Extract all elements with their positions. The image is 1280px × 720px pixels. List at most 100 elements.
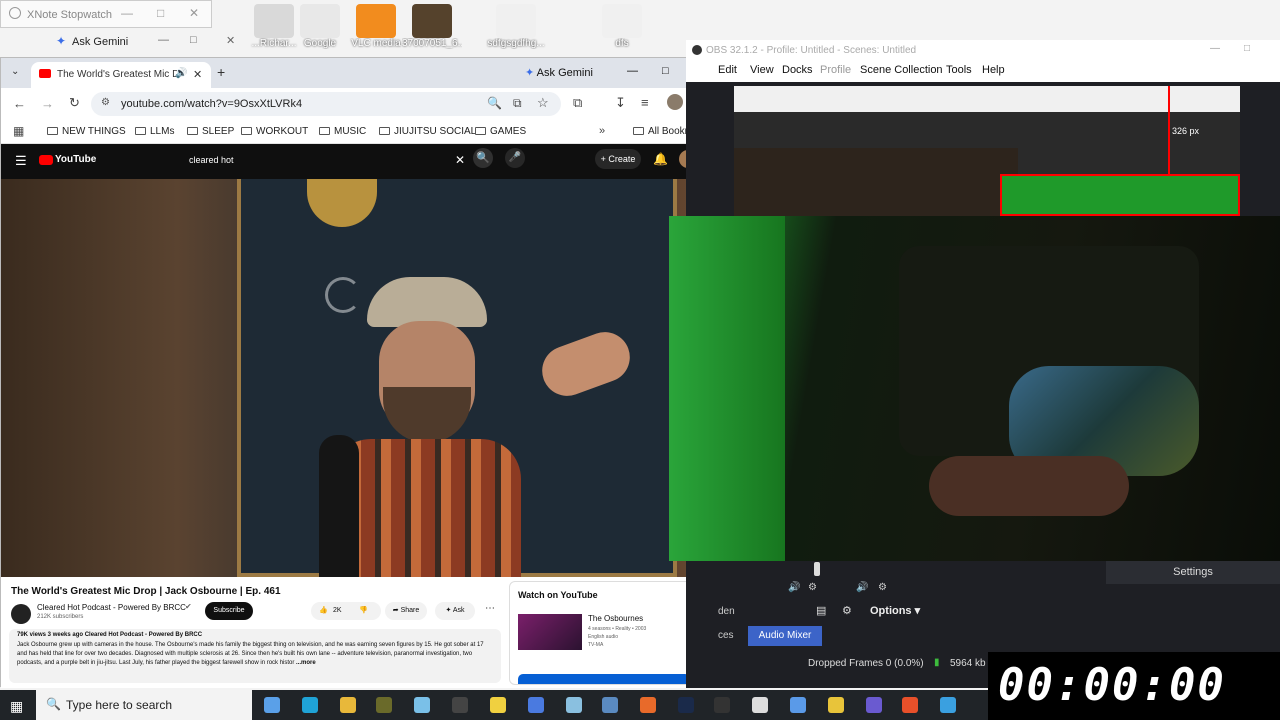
file-explorer-icon[interactable] — [340, 697, 356, 713]
video-player[interactable] — [1, 179, 707, 577]
xnote-window[interactable]: XNote Stopwatch — □ ✕ — [0, 0, 212, 28]
obs-menu-item[interactable]: Profile — [820, 64, 851, 76]
gear-icon[interactable]: ⚙ — [842, 604, 852, 617]
obs-menu-item[interactable]: Tools — [946, 64, 972, 76]
media-icon[interactable]: ≡ — [641, 95, 649, 110]
subscribe-button[interactable]: Subscribe — [205, 602, 253, 620]
close-icon[interactable]: ✕ — [226, 34, 235, 47]
channel-name[interactable]: Cleared Hot Podcast - Powered By BRCC — [37, 603, 186, 612]
bulb-icon[interactable] — [490, 697, 506, 713]
install-icon[interactable]: ⧉ — [513, 96, 522, 111]
taskbar-search[interactable]: 🔍 Type here to search — [36, 690, 252, 720]
volume-slider[interactable] — [814, 562, 820, 576]
maximize-icon[interactable]: □ — [190, 34, 197, 46]
volume-icon[interactable]: 🔊 — [788, 582, 800, 593]
bookmark-folder[interactable]: JIUJITSU SOCIAL — [379, 126, 476, 137]
ask-button[interactable]: ✦ Ask — [435, 602, 475, 620]
settings-button[interactable]: Settings — [1106, 560, 1280, 584]
site-info-icon[interactable]: ⚙ — [101, 97, 110, 108]
watch-button[interactable] — [518, 674, 690, 684]
like-icon[interactable]: 👍 — [319, 606, 328, 614]
zoom-icon[interactable]: 🔍 — [487, 96, 502, 110]
minimize-icon[interactable]: — — [627, 65, 638, 77]
app-icon[interactable] — [940, 697, 956, 713]
gear-icon[interactable]: ⚙ — [878, 582, 887, 593]
ask-gemini-button[interactable]: ✦ Ask Gemini — [525, 66, 593, 79]
app-icon[interactable] — [566, 697, 582, 713]
youtube-logo-icon[interactable] — [39, 155, 53, 165]
app-icon[interactable] — [602, 697, 618, 713]
desktop-icon[interactable]: dfs — [592, 4, 652, 54]
create-button[interactable]: + Create — [595, 149, 641, 169]
bookmark-folder[interactable]: WORKOUT — [241, 126, 308, 137]
clear-search-icon[interactable]: ✕ — [455, 153, 465, 167]
new-tab-icon[interactable]: + — [217, 64, 225, 80]
firefox-icon[interactable] — [640, 697, 656, 713]
obs-menu-item[interactable]: Scene Collection — [860, 64, 943, 76]
maximize-icon[interactable]: □ — [662, 65, 669, 77]
bookmark-folder[interactable]: GAMES — [475, 126, 526, 137]
obs-menu-item[interactable]: Docks — [782, 64, 813, 76]
maximize-icon[interactable]: □ — [157, 6, 164, 20]
download-icon[interactable]: ↧ — [615, 95, 626, 111]
obs-menu-item[interactable]: Help — [982, 64, 1005, 76]
suggest-thumbnail[interactable] — [518, 614, 582, 650]
close-icon[interactable]: ✕ — [189, 6, 199, 20]
list-icon[interactable]: ▤ — [816, 604, 826, 617]
photoshop-icon[interactable] — [678, 697, 694, 713]
desktop-icon[interactable]: sdfgsgdfhg... — [486, 4, 546, 54]
brave-icon[interactable] — [902, 697, 918, 713]
maximize-icon[interactable]: □ — [1244, 43, 1250, 54]
bookmark-folder[interactable]: NEW THINGS — [47, 126, 126, 137]
bookmark-folder[interactable]: SLEEP — [187, 126, 234, 137]
bookmark-folder[interactable]: MUSIC — [319, 126, 366, 137]
address-bar[interactable]: ⚙ youtube.com/watch?v=9OsxXtLVRk4 🔍 ⧉ ☆ — [91, 92, 561, 116]
hamburger-icon[interactable]: ☰ — [15, 153, 27, 169]
share-button[interactable]: ➦ Share — [385, 602, 427, 620]
more-actions-icon[interactable]: ⋯ — [485, 603, 495, 614]
chrome-icon[interactable] — [828, 697, 844, 713]
obs-menu-item[interactable]: View — [750, 64, 774, 76]
window-icon[interactable] — [790, 697, 806, 713]
app-icon[interactable] — [752, 697, 768, 713]
tab-youtube[interactable]: The World's Greatest Mic D... 🔊 ✕ — [31, 62, 211, 88]
reload-icon[interactable]: ↻ — [69, 95, 80, 111]
task-view-icon[interactable] — [264, 697, 280, 713]
youtube-logo[interactable]: YouTube — [55, 154, 96, 165]
minimize-icon[interactable]: — — [1210, 43, 1220, 54]
edge-icon[interactable] — [302, 697, 318, 713]
apps-grid-icon[interactable]: ▦ — [13, 124, 24, 138]
notifications-icon[interactable]: 🔔 — [653, 152, 668, 166]
tab-search-icon[interactable]: ⌄ — [11, 66, 19, 77]
search-input[interactable]: cleared hot — [189, 155, 234, 165]
dislike-icon[interactable]: 👎 — [359, 606, 368, 614]
chevron-right-icon[interactable]: » — [599, 125, 605, 137]
gemini-float-bar[interactable]: ✦ Ask Gemini — □ ✕ — [48, 30, 248, 54]
volume-icon[interactable]: 🔊 — [856, 582, 868, 593]
app-icon[interactable] — [376, 697, 392, 713]
mic-icon[interactable]: 🎤 — [505, 148, 525, 168]
desktop-icon[interactable]: 37007051_6... — [402, 4, 462, 54]
resolve-icon[interactable] — [714, 697, 730, 713]
tab-sources[interactable]: ces — [718, 630, 734, 641]
minimize-icon[interactable]: — — [121, 6, 133, 20]
options-button[interactable]: Options ▾ — [870, 604, 920, 617]
desktop-icon[interactable]: Google — [290, 4, 350, 54]
tab-close-icon[interactable]: ✕ — [193, 68, 202, 81]
vpn-icon[interactable] — [866, 697, 882, 713]
forward-icon[interactable]: → — [41, 96, 54, 111]
notepad-icon[interactable] — [414, 697, 430, 713]
extensions-icon[interactable]: ⧉ — [573, 95, 582, 111]
tab-audio-icon[interactable]: 🔊 — [175, 68, 187, 79]
channel-avatar[interactable] — [11, 604, 31, 624]
back-icon[interactable]: ← — [13, 96, 26, 111]
suggest-title[interactable]: The Osbournes — [588, 614, 643, 623]
gear-icon[interactable]: ⚙ — [808, 582, 817, 593]
search-button[interactable]: 🔍 — [473, 148, 493, 168]
show-more-link[interactable]: ...more — [296, 660, 316, 666]
bookmark-folder[interactable]: LLMs — [135, 126, 174, 137]
minimize-icon[interactable]: — — [158, 34, 169, 46]
desktop-icon[interactable]: VLC media — [346, 4, 406, 54]
obs-icon[interactable] — [452, 697, 468, 713]
windows-start-icon[interactable]: ▦ — [10, 698, 23, 715]
